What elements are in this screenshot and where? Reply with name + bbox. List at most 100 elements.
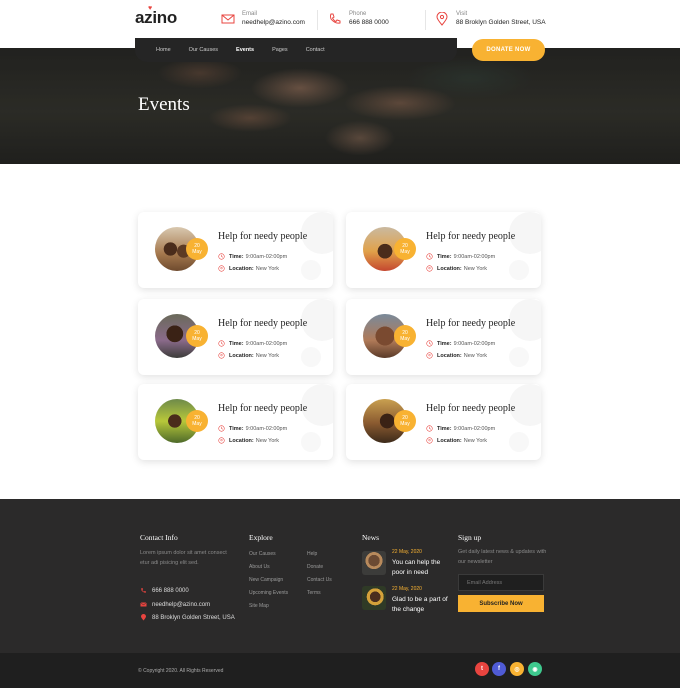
news-thumbnail[interactable] [362, 586, 386, 610]
email-value: needhelp@azino.com [242, 19, 305, 26]
location-label: Location: [229, 352, 254, 359]
news-title[interactable]: You can help the poor in need [392, 558, 454, 577]
nav-item-pages[interactable]: Pages [272, 47, 288, 53]
event-month: May [192, 336, 202, 342]
footer-link-help[interactable]: Help [307, 551, 317, 557]
hero-banner: Events [0, 48, 680, 164]
phone-icon [330, 13, 341, 24]
decorative-shape [509, 347, 529, 367]
facebook-icon[interactable]: f [492, 662, 506, 676]
logo[interactable]: azino ♥ [135, 5, 177, 28]
explore-heading: Explore [249, 533, 273, 542]
clock-icon [426, 425, 433, 432]
event-time: Time: 9:00am-02:00pm [218, 425, 287, 432]
event-card[interactable]: 20 May Help for needy people Time: 9:00am-02… [346, 299, 541, 375]
event-card[interactable]: 20 May Help for needy people Time: 9:00am-02… [346, 384, 541, 460]
time-label: Time: [229, 253, 244, 260]
nav-item-home[interactable]: Home [156, 47, 171, 53]
footer-link-terms[interactable]: Terms [307, 590, 321, 596]
footer-email-text[interactable]: needhelp@azino.com [152, 602, 210, 608]
visit-label: Visit [456, 11, 468, 17]
location-label: Location: [437, 352, 462, 359]
footer-address-text: 88 Broklyn Golden Street, USA [152, 614, 235, 621]
main-nav: Home Our Causes Events Pages Contact [135, 38, 457, 62]
visit-value: 88 Broklyn Golden Street, USA [456, 19, 546, 26]
location-label: Location: [437, 437, 462, 444]
event-date-badge: 20 May [186, 238, 208, 260]
time-label: Time: [437, 425, 452, 432]
event-time: Time: 9:00am-02:00pm [426, 340, 495, 347]
event-month: May [400, 336, 410, 342]
event-title[interactable]: Help for needy people [426, 231, 515, 242]
event-title[interactable]: Help for needy people [426, 403, 515, 414]
event-date-badge: 20 May [186, 410, 208, 432]
location-value: New York [463, 352, 487, 359]
footer-link-our-causes[interactable]: Our Causes [249, 551, 276, 557]
event-location: Location: New York [218, 265, 279, 272]
location-pin-icon [218, 352, 225, 359]
news-date: 22 May, 2020 [392, 549, 422, 555]
clock-icon [218, 340, 225, 347]
footer-phone: 666 888 0000 [140, 587, 189, 594]
event-title[interactable]: Help for needy people [218, 403, 307, 414]
footer-email: needhelp@azino.com [140, 601, 210, 608]
instagram-glyph: ◎ [514, 666, 520, 673]
location-label: Location: [229, 437, 254, 444]
phone-icon [141, 588, 146, 593]
nav-item-events[interactable]: Events [236, 47, 254, 53]
nav-item-our-causes[interactable]: Our Causes [189, 47, 218, 53]
news-thumbnail[interactable] [362, 551, 386, 575]
time-value: 9:00am-02:00pm [245, 340, 288, 347]
footer-address: 88 Broklyn Golden Street, USA [140, 614, 235, 621]
pinterest-icon[interactable]: ◉ [528, 662, 542, 676]
footer-link-site-map[interactable]: Site Map [249, 603, 269, 609]
divider [425, 10, 426, 30]
phone-label: Phone [349, 11, 367, 17]
donate-now-button[interactable]: DONATE NOW [472, 39, 545, 61]
news-date: 22 May, 2020 [392, 586, 422, 592]
footer-link-about-us[interactable]: About Us [249, 564, 270, 570]
event-date-badge: 20 May [394, 410, 416, 432]
event-title[interactable]: Help for needy people [218, 231, 307, 242]
clock-icon [426, 340, 433, 347]
footer-link-new-campaign[interactable]: New Campaign [249, 577, 283, 583]
location-value: New York [255, 265, 279, 272]
time-label: Time: [437, 340, 452, 347]
event-title[interactable]: Help for needy people [426, 318, 515, 329]
event-date-badge: 20 May [186, 325, 208, 347]
footer-link-upcoming-events[interactable]: Upcoming Events [249, 590, 288, 596]
newsletter-email-input[interactable] [458, 574, 544, 591]
email-label: Email [242, 11, 258, 17]
subscribe-button[interactable]: Subscribe Now [458, 595, 544, 612]
event-title[interactable]: Help for needy people [218, 318, 307, 329]
event-location: Location: New York [218, 352, 279, 359]
footer-link-donate[interactable]: Donate [307, 564, 323, 570]
event-card[interactable]: 20 May Help for needy people Time: 9:00am-02… [138, 299, 333, 375]
event-card[interactable]: 20 May Help for needy people Time: 9:00am-02… [138, 212, 333, 288]
footer-link-contact-us[interactable]: Contact Us [307, 577, 332, 583]
event-month: May [400, 421, 410, 427]
twitter-icon[interactable]: t [475, 662, 489, 676]
nav-item-contact[interactable]: Contact [306, 47, 325, 53]
mail-icon [140, 602, 147, 607]
news-heading: News [362, 533, 380, 542]
location-value: New York [255, 352, 279, 359]
event-card[interactable]: 20 May Help for needy people Time: 9:00am-02… [346, 212, 541, 288]
heart-icon: ♥ [148, 5, 152, 12]
decorative-shape [509, 432, 529, 452]
instagram-icon[interactable]: ◎ [510, 662, 524, 676]
event-date-badge: 20 May [394, 238, 416, 260]
location-pin-icon [426, 265, 433, 272]
clock-icon [218, 253, 225, 260]
event-card[interactable]: 20 May Help for needy people Time: 9:00am-02… [138, 384, 333, 460]
phone-value: 666 888 0000 [349, 19, 389, 26]
header-email: Email needhelp@azino.com [221, 10, 305, 28]
time-label: Time: [437, 253, 452, 260]
location-pin-icon [218, 437, 225, 444]
time-value: 9:00am-02:00pm [453, 425, 496, 432]
event-time: Time: 9:00am-02:00pm [218, 340, 287, 347]
decorative-shape [301, 260, 321, 280]
signup-heading: Sign up [458, 533, 482, 542]
news-title[interactable]: Glad to be a part of the change [392, 595, 454, 614]
event-month: May [192, 249, 202, 255]
